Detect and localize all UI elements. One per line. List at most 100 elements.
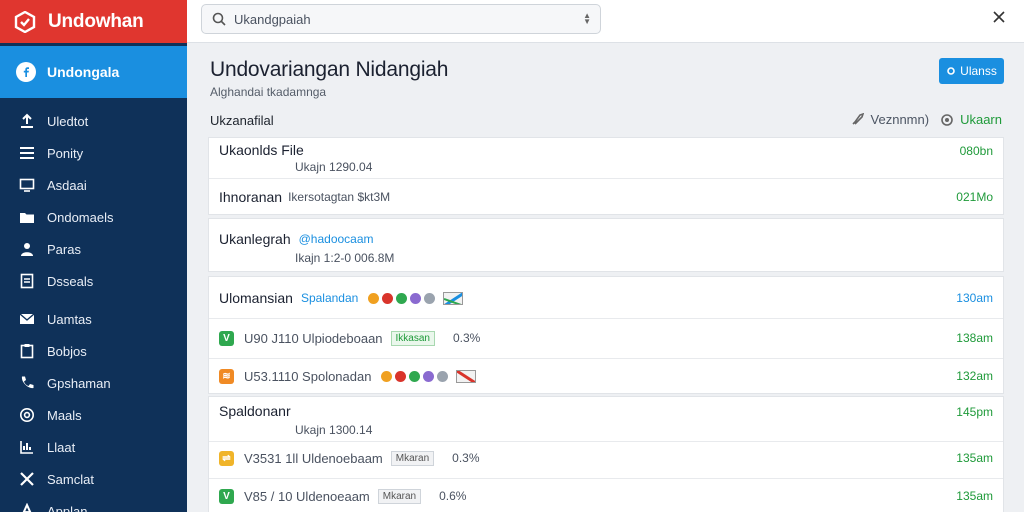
logo-icon: [14, 10, 36, 33]
search-icon: [212, 12, 226, 26]
sidebar-item-4[interactable]: Paras: [0, 233, 187, 265]
file-card: Ukaonlds File Ukajn 1290.04 080bn Ihnora…: [208, 137, 1004, 215]
search-input[interactable]: [234, 11, 574, 27]
gear-icon: [947, 67, 955, 75]
sidebar-item-label: Uamtas: [47, 311, 92, 327]
purple-dot-icon: [410, 292, 422, 304]
sidebar-item-3[interactable]: Ondomaels: [0, 201, 187, 233]
list-item[interactable]: Spaldonanr Ukajn 1300.14 145pm: [219, 403, 1003, 439]
row-size: 132am: [956, 369, 993, 383]
circle-icon: [941, 113, 953, 126]
check-icon[interactable]: V: [219, 488, 234, 504]
file-size: 080bn: [959, 144, 993, 158]
facebook-icon: [16, 62, 36, 82]
row-meta: Ikersotagtan $kt3M: [288, 190, 391, 204]
row-size: 135am: [956, 489, 993, 503]
sidebar-item-label: Gpshaman: [47, 375, 111, 391]
card4-meta: Ukajn 1300.14: [295, 423, 373, 437]
close-icon[interactable]: [992, 10, 1006, 24]
tool2-label: Ukaarn: [960, 112, 1002, 127]
page-title: Undovariangan Nidangiah: [210, 58, 449, 81]
sidebar-item-6[interactable]: Uamtas: [0, 303, 187, 335]
red-dot-icon: [382, 292, 394, 304]
sidebar-item-5[interactable]: Dsseals: [0, 265, 187, 297]
flag-icon: [456, 369, 477, 383]
sidebar-item-label: Ponity: [47, 145, 84, 161]
sidebar-item-label: Uledtot: [47, 113, 89, 129]
status-badge: Ikkasan: [390, 330, 435, 346]
red-dot-icon: [395, 370, 407, 382]
sidebar-item-7[interactable]: Bobjos: [0, 335, 187, 367]
table-row[interactable]: V U90 J110 Ulpiodeboaan Ikkasan 0.3% 138…: [209, 323, 1003, 353]
sidebar-item-active[interactable]: Undongala: [0, 46, 187, 98]
list-item[interactable]: Ihnoranan Ikersotagtan $kt3M 021Mo: [209, 182, 1003, 212]
clipboard-icon: [20, 344, 34, 359]
sidebar-item-0[interactable]: Uledtot: [0, 105, 187, 137]
row-size: 021Mo: [956, 190, 993, 204]
sidebar-item-12[interactable]: Applan: [0, 495, 187, 512]
person-icon: [21, 243, 33, 256]
divider: [209, 358, 1003, 359]
table-row[interactable]: ⇌ V3531 1ll Uldenoebaam Mkaran 0.3% 135a…: [209, 443, 1003, 473]
main-content: Undovariangan Nidangiah Alghandai tkadam…: [187, 44, 1024, 512]
divider: [209, 478, 1003, 479]
sync-card: Spaldonanr Ukajn 1300.14 145pm ⇌ V3531 1…: [208, 396, 1004, 512]
row-percent: 0.3%: [453, 331, 481, 345]
card4-size: 145pm: [956, 405, 993, 419]
tools-icon: [20, 472, 34, 486]
divider: [209, 441, 1003, 442]
list-item[interactable]: Ukanlegrah @hadoocaam: [219, 231, 374, 247]
sidebar-item-11[interactable]: Samclat: [0, 463, 187, 495]
table-row[interactable]: ≋ U53.1110 Spolonadan 132am: [209, 361, 1003, 391]
file-meta: Ukajn 1290.04: [295, 160, 373, 174]
sidebar-item-9[interactable]: Maals: [0, 399, 187, 431]
card2-title: Ukanlegrah: [219, 231, 291, 247]
card3-link[interactable]: Spalandan: [301, 291, 358, 305]
row-percent: 0.6%: [439, 489, 467, 503]
list-item[interactable]: Ulomansian Spalandan 130am: [209, 283, 1003, 313]
rocket-icon: [851, 113, 864, 125]
sidebar-item-label: Maals: [47, 407, 82, 423]
sidebar-item-label: Asdaai: [47, 177, 87, 193]
at-icon: [20, 408, 34, 422]
sidebar-item-8[interactable]: Gpshaman: [0, 367, 187, 399]
orange-dot-icon: [368, 292, 380, 304]
card2-link[interactable]: @hadoocaam: [299, 232, 374, 246]
check-icon[interactable]: ⇌: [219, 450, 234, 466]
flag-icon: [443, 291, 464, 305]
card2-meta: Ikajn 1:2-0 006.8M: [295, 251, 395, 265]
primary-button-label: Ulanss: [960, 64, 997, 78]
upload-card: Ukanlegrah @hadoocaam Ikajn 1:2-0 006.8M: [208, 218, 1004, 272]
card4-title: Spaldonanr: [219, 403, 291, 419]
mail-icon: [19, 313, 35, 324]
sidebar-item-1[interactable]: Ponity: [0, 137, 187, 169]
green-dot-icon: [409, 370, 421, 382]
check-icon[interactable]: ≋: [219, 368, 234, 384]
table-row[interactable]: V V85 / 10 Uldenoeaam Mkaran 0.6% 135am: [209, 481, 1003, 511]
brand[interactable]: Undowhan: [0, 0, 187, 43]
gray-dot-icon: [424, 292, 436, 304]
folder-icon: [20, 213, 34, 223]
sidebar-item-10[interactable]: Llaat: [0, 431, 187, 463]
sidebar-item-2[interactable]: Asdaai: [0, 169, 187, 201]
list-item[interactable]: Ukaonlds File Ukajn 1290.04 080bn: [209, 138, 1003, 178]
media-card: Ulomansian Spalandan 130am V U90 J110 Ul…: [208, 276, 1004, 394]
purple-dot-icon: [423, 370, 435, 382]
list-icon: [20, 147, 34, 159]
orange-dot-icon: [381, 370, 393, 382]
sidebar: Undowhan Undongala Uledtot Ponity Asdaai…: [0, 0, 187, 512]
sidebar-item-label: Applan: [47, 503, 88, 512]
rocket-tool[interactable]: Veznnmn): [851, 112, 930, 127]
status-tool[interactable]: Ukaarn: [941, 112, 1002, 127]
search-box[interactable]: ▲▼: [201, 4, 601, 34]
sidebar-item-label: Paras: [47, 241, 81, 257]
primary-button[interactable]: Ulanss: [939, 58, 1004, 84]
tool1-label: Veznnmn): [870, 112, 930, 127]
divider: [209, 318, 1003, 319]
row-name: U90 J110 Ulpiodeboaan: [244, 330, 383, 346]
check-icon[interactable]: V: [219, 330, 234, 346]
status-badge: Mkaran: [390, 450, 435, 466]
stepper-icon[interactable]: ▲ ▼: [583, 12, 591, 26]
row-percent: 0.3%: [452, 451, 480, 465]
sidebar-nav: Uledtot Ponity Asdaai Ondomaels Paras Ds…: [0, 105, 187, 512]
